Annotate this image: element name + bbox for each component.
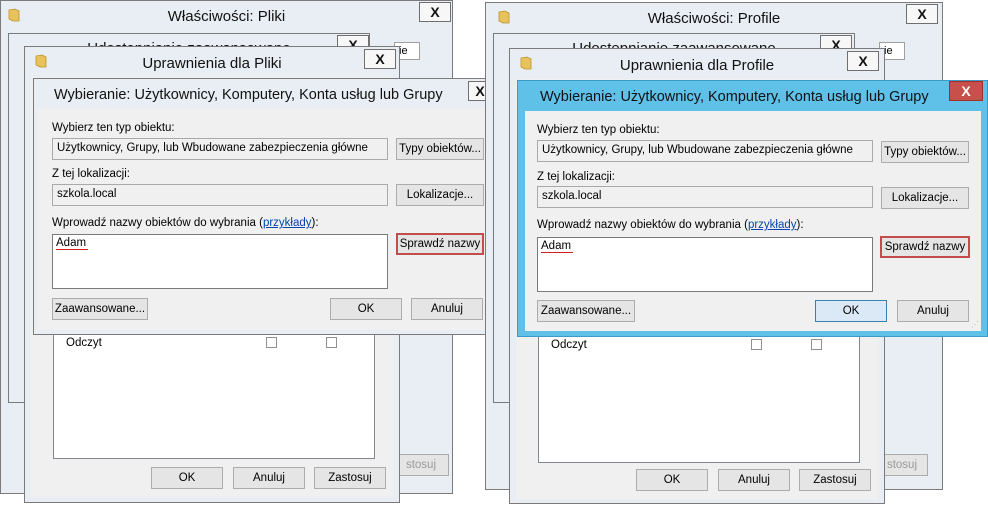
dialog-client: Wybierz ten typ obiektu: Użytkownicy, Gr…: [525, 111, 981, 331]
close-button[interactable]: X: [419, 2, 451, 22]
examples-link[interactable]: przykłady: [263, 217, 312, 229]
titlebar[interactable]: Uprawnienia dla Pliki X: [25, 47, 399, 77]
locations-button[interactable]: Lokalizacje...: [396, 184, 484, 206]
ok-button[interactable]: OK: [636, 469, 708, 491]
enter-names-label: Wprowadź nazwy obiektów do wybrania (prz…: [537, 219, 804, 231]
cancel-button[interactable]: Anuluj: [233, 467, 305, 489]
check-names-button[interactable]: Sprawdź nazwy: [396, 233, 484, 255]
close-icon: X: [430, 4, 440, 20]
location-label: Z tej lokalizacji:: [537, 171, 615, 183]
advanced-button[interactable]: Zaawansowane...: [52, 298, 148, 320]
window-title: Uprawnienia dla Profile: [619, 57, 775, 74]
spellcheck-underline: [56, 249, 88, 250]
advanced-button[interactable]: Zaawansowane...: [537, 300, 635, 322]
examples-link[interactable]: przykłady: [748, 219, 797, 231]
spellcheck-underline: [541, 252, 573, 253]
check-names-button[interactable]: Sprawdź nazwy: [880, 236, 970, 258]
ok-button[interactable]: OK: [330, 298, 402, 320]
cancel-button[interactable]: Anuluj: [718, 469, 790, 491]
apply-button-partial[interactable]: stosuj: [393, 454, 449, 476]
apply-button[interactable]: Zastosuj: [314, 467, 386, 489]
close-button[interactable]: X: [847, 51, 879, 71]
object-type-label: Wybierz ten typ obiektu:: [537, 124, 660, 136]
titlebar[interactable]: Uprawnienia dla Profile X: [510, 49, 884, 79]
names-value: Adam: [56, 237, 87, 249]
enter-names-suffix: ):: [311, 217, 319, 229]
apply-button[interactable]: Zastosuj: [799, 469, 871, 491]
ok-button[interactable]: OK: [815, 300, 887, 322]
close-icon: X: [961, 83, 971, 99]
titlebar[interactable]: Właściwości: Profile X: [486, 3, 942, 33]
close-button[interactable]: X: [906, 4, 938, 24]
enter-names-text: Wprowadź nazwy obiektów do wybrania (: [537, 219, 748, 231]
ok-button[interactable]: OK: [151, 467, 223, 489]
close-button[interactable]: X: [364, 49, 396, 69]
enter-names-text: Wprowadź nazwy obiektów do wybrania (: [52, 217, 263, 229]
close-icon: X: [375, 51, 385, 67]
location-field: szkola.local: [537, 186, 873, 208]
titlebar[interactable]: Wybieranie: Użytkownicy, Komputery, Kont…: [518, 81, 987, 111]
window-title: Właściwości: Pliki: [167, 8, 286, 25]
enter-names-suffix: ):: [796, 219, 804, 231]
enter-names-label: Wprowadź nazwy obiektów do wybrania (prz…: [52, 217, 319, 229]
cancel-button[interactable]: Anuluj: [897, 300, 969, 322]
deny-checkbox[interactable]: [326, 337, 337, 348]
close-button[interactable]: X: [949, 81, 983, 101]
dialog-title: Wybieranie: Użytkownicy, Komputery, Kont…: [540, 89, 929, 105]
names-textarea[interactable]: Adam: [537, 237, 873, 292]
select-users-dialog-left: Wybieranie: Użytkownicy, Komputery, Kont…: [33, 78, 493, 335]
names-textarea[interactable]: Adam: [52, 234, 388, 289]
object-type-field: Użytkownicy, Grupy, lub Wbudowane zabezp…: [537, 140, 873, 162]
location-field: szkola.local: [52, 184, 388, 206]
names-value: Adam: [541, 240, 572, 252]
close-icon: X: [475, 83, 485, 99]
window-title: Uprawnienia dla Pliki: [142, 55, 282, 72]
deny-checkbox[interactable]: [811, 339, 822, 350]
object-type-label: Wybierz ten typ obiektu:: [52, 122, 175, 134]
resize-grip-icon[interactable]: ⋰: [971, 321, 979, 329]
permission-read-label: Odczyt: [551, 339, 587, 351]
permission-read-label: Odczyt: [66, 337, 102, 349]
close-icon: X: [858, 53, 868, 69]
permissions-list[interactable]: Odczyt: [538, 333, 860, 463]
select-users-dialog-right: Wybieranie: Użytkownicy, Komputery, Kont…: [517, 80, 988, 337]
cancel-button[interactable]: Anuluj: [411, 298, 483, 320]
allow-checkbox[interactable]: [266, 337, 277, 348]
titlebar[interactable]: Wybieranie: Użytkownicy, Komputery, Kont…: [34, 79, 492, 109]
object-types-button[interactable]: Typy obiektów...: [396, 138, 484, 160]
dialog-client: Wybierz ten typ obiektu: Użytkownicy, Gr…: [38, 109, 488, 330]
object-types-button[interactable]: Typy obiektów...: [881, 141, 969, 163]
object-type-field: Użytkownicy, Grupy, lub Wbudowane zabezp…: [52, 138, 388, 160]
locations-button[interactable]: Lokalizacje...: [881, 187, 969, 209]
permissions-list[interactable]: Odczyt: [53, 331, 375, 459]
window-title: Właściwości: Profile: [647, 10, 781, 27]
close-icon: X: [917, 6, 927, 22]
location-label: Z tej lokalizacji:: [52, 168, 130, 180]
dialog-title: Wybieranie: Użytkownicy, Komputery, Kont…: [54, 87, 443, 103]
titlebar[interactable]: Właściwości: Pliki X: [1, 1, 452, 31]
allow-checkbox[interactable]: [751, 339, 762, 350]
